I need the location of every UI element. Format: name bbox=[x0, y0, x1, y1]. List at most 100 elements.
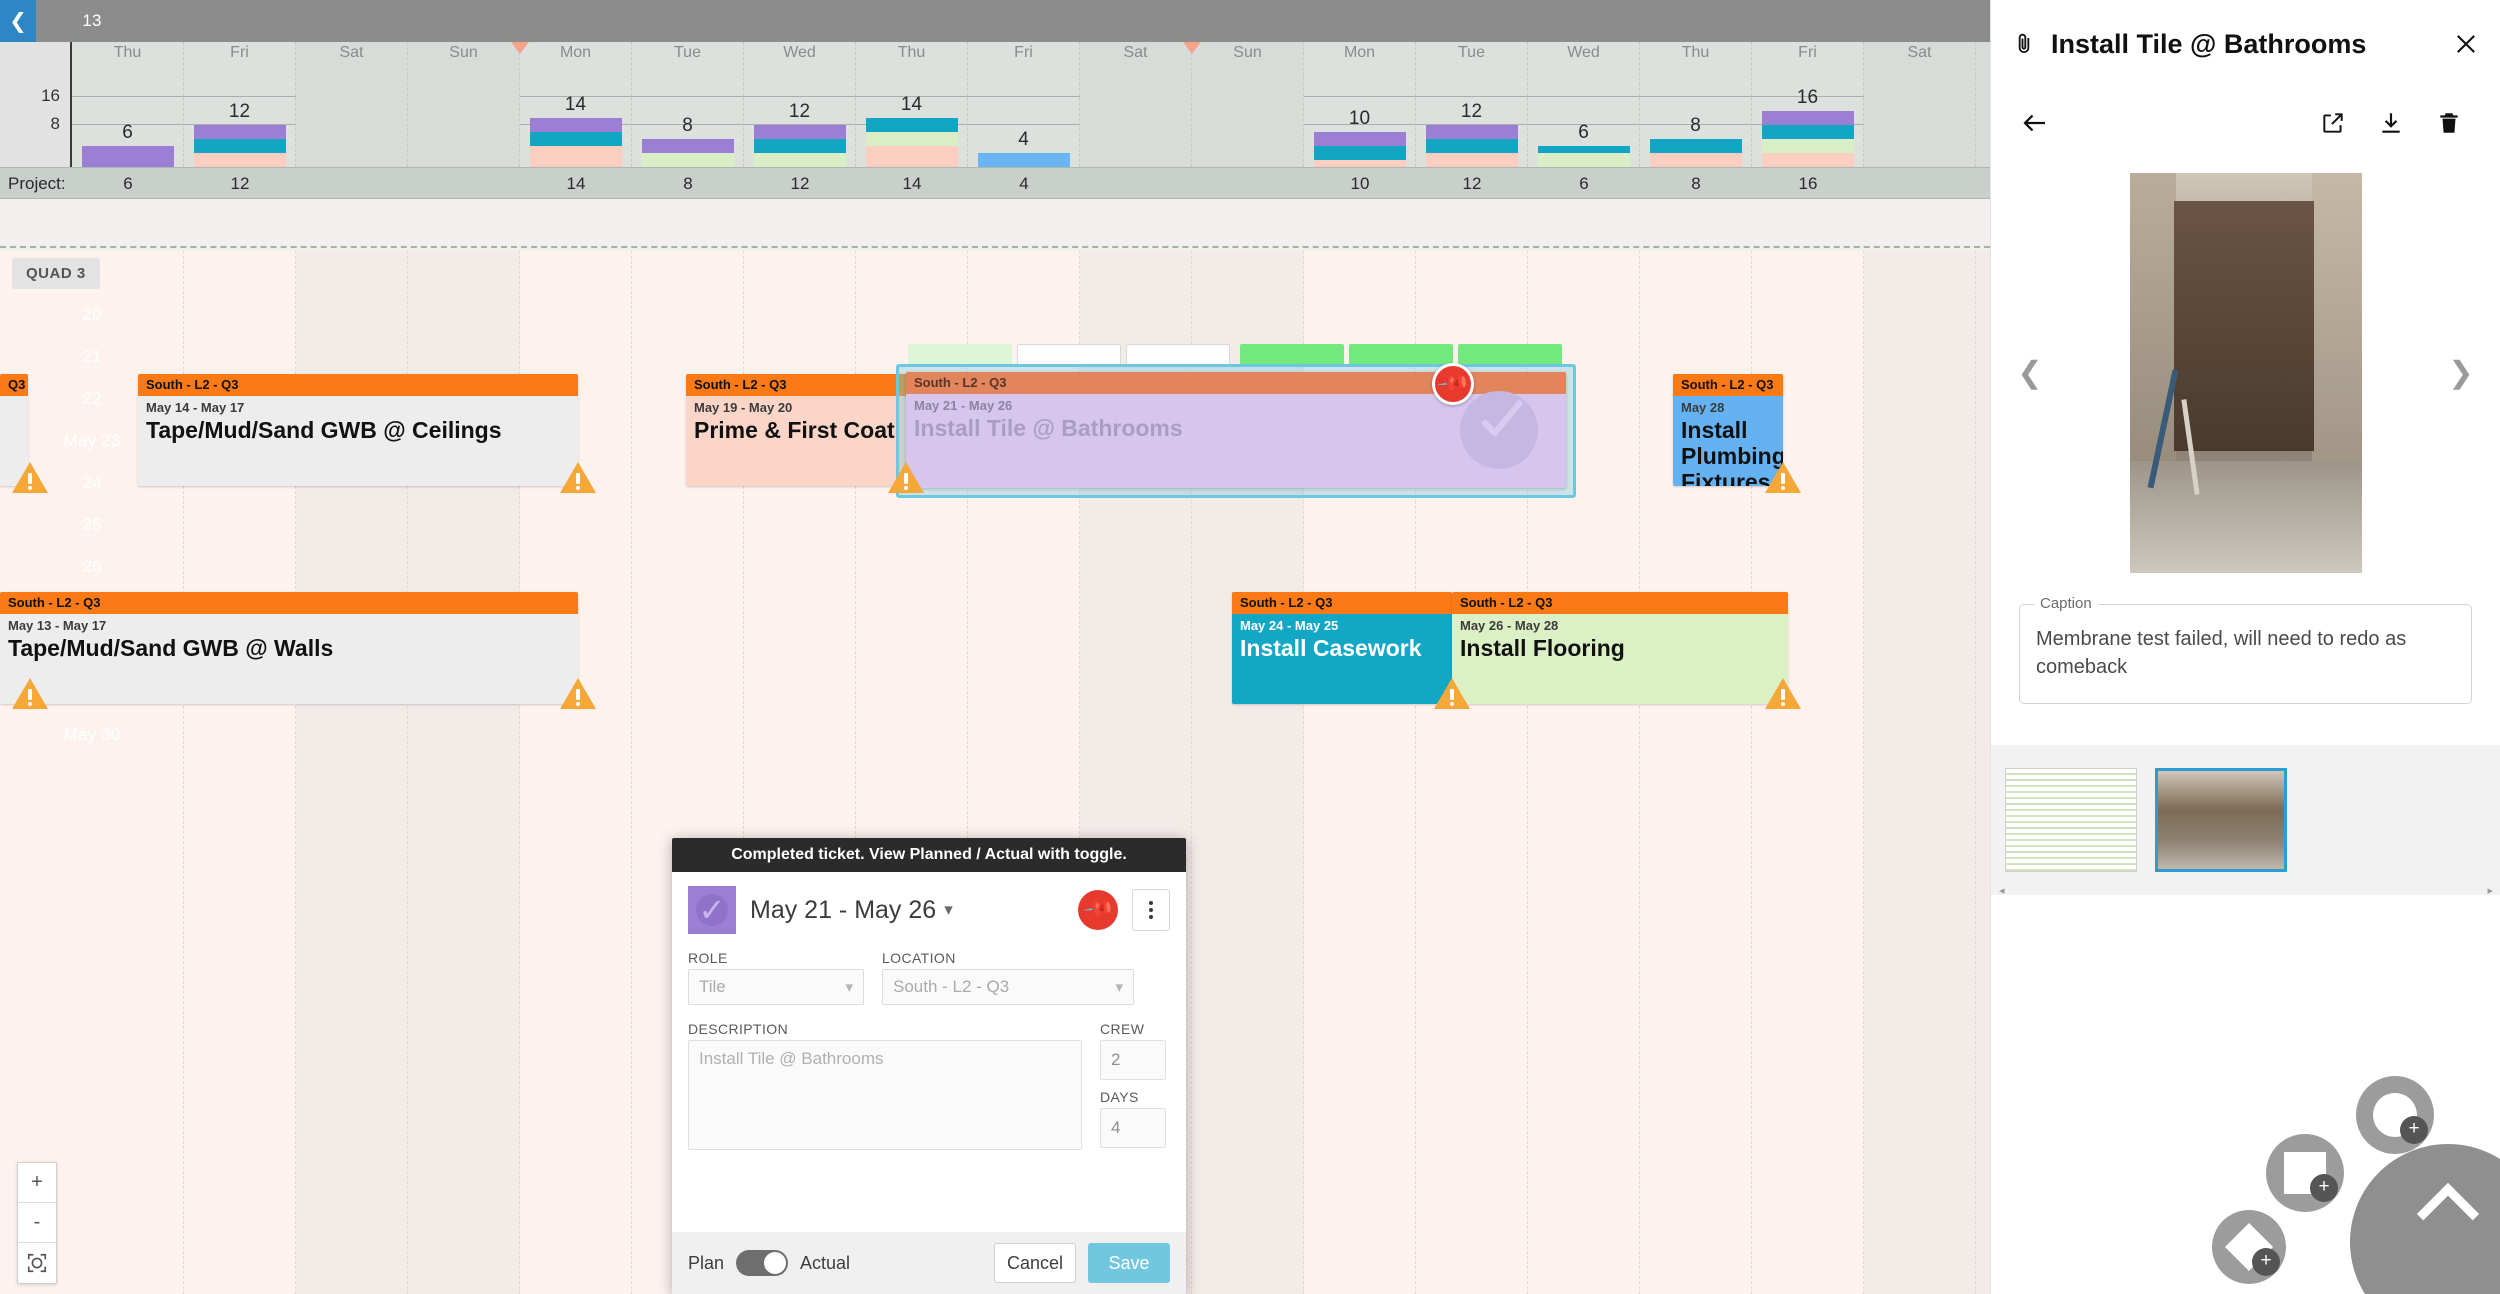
check-circle-icon bbox=[688, 886, 736, 934]
paperclip-icon bbox=[2011, 31, 2037, 57]
add-circle-shape-button[interactable]: + bbox=[2356, 1076, 2434, 1154]
attachment-photo[interactable] bbox=[2129, 173, 2362, 573]
modal-body: ROLE Tile ▾ LOCATION South - L2 - Q3 ▾ D… bbox=[672, 938, 1186, 1150]
task-card[interactable]: South - L2 - Q3 May 24 - May 25 Install … bbox=[1232, 592, 1452, 704]
gantt-grid-column bbox=[1976, 251, 1990, 1294]
cancel-button[interactable]: Cancel bbox=[994, 1243, 1076, 1283]
task-card[interactable]: South - L2 - Q3 May 13 - May 17 Tape/Mud… bbox=[0, 592, 578, 704]
warning-icon[interactable] bbox=[560, 678, 596, 709]
histogram-segment bbox=[1538, 146, 1630, 153]
toggle-knob bbox=[764, 1252, 787, 1274]
axis-tick-8: 8 bbox=[50, 114, 60, 133]
histogram-total-label: 6 bbox=[1578, 122, 1589, 143]
ruler-day[interactable]: 13 bbox=[36, 0, 148, 42]
zoom-out-button[interactable]: - bbox=[18, 1203, 56, 1243]
warning-icon[interactable] bbox=[12, 462, 48, 493]
histogram-segment bbox=[1762, 139, 1854, 153]
progress-chip[interactable] bbox=[1240, 344, 1344, 366]
scroll-right-icon[interactable]: ▸ bbox=[2487, 884, 2493, 897]
plan-actual-toggle[interactable] bbox=[736, 1250, 789, 1276]
thumbnail-photo[interactable] bbox=[2155, 768, 2287, 872]
arrow-left-icon[interactable] bbox=[2013, 98, 2057, 148]
histogram-total-label: 14 bbox=[564, 94, 587, 115]
progress-chip[interactable] bbox=[1126, 344, 1230, 366]
role-value: Tile bbox=[699, 977, 726, 996]
plan-label: Plan bbox=[688, 1252, 725, 1273]
histogram-axis: 16 8 bbox=[0, 42, 72, 167]
histogram-segment bbox=[1762, 153, 1854, 167]
close-icon[interactable] bbox=[2452, 30, 2480, 58]
histogram-column: Sat bbox=[296, 42, 408, 167]
floating-action-buttons[interactable]: + + + bbox=[2140, 1054, 2500, 1294]
warning-icon[interactable] bbox=[1434, 678, 1470, 709]
task-card[interactable]: South - L2 - Q3 May 19 - May 20 Prime & … bbox=[686, 374, 912, 486]
save-button[interactable]: Save bbox=[1088, 1243, 1170, 1283]
pin-icon[interactable]: 📌 bbox=[1432, 363, 1474, 405]
description-label: DESCRIPTION bbox=[688, 1021, 789, 1037]
zoom-in-button[interactable]: + bbox=[18, 1163, 56, 1203]
chevron-down-icon: ▾ bbox=[845, 979, 853, 996]
task-dates: May 28 bbox=[1681, 400, 1725, 415]
task-dates: May 24 - May 25 bbox=[1240, 618, 1339, 633]
histogram-segment bbox=[530, 118, 622, 132]
histogram-column: Sat bbox=[1080, 42, 1192, 167]
weekday-label: Tue bbox=[674, 44, 701, 61]
histogram-segment bbox=[1314, 146, 1406, 160]
add-square-shape-button[interactable]: + bbox=[2266, 1134, 2344, 1212]
progress-chip[interactable] bbox=[1349, 344, 1453, 366]
histogram-segment bbox=[754, 139, 846, 153]
zoom-controls[interactable]: + - bbox=[17, 1162, 57, 1284]
date-range-selector[interactable]: May 21 - May 26 ▾ bbox=[750, 896, 1064, 925]
open-external-icon[interactable] bbox=[2304, 98, 2362, 148]
crew-label: CREW bbox=[1100, 1021, 1145, 1037]
thumbnail-strip[interactable] bbox=[1991, 745, 2500, 895]
location-select[interactable]: South - L2 - Q3 ▾ bbox=[882, 969, 1134, 1005]
modal-footer: Plan Actual Cancel Save bbox=[672, 1232, 1186, 1294]
thumbnail-scrollbar[interactable]: ◂ ▸ bbox=[1999, 884, 2493, 897]
caption-field[interactable]: Caption Membrane test failed, will need … bbox=[2019, 595, 2472, 704]
trash-icon[interactable] bbox=[2420, 98, 2478, 148]
weekday-label: Sat bbox=[339, 44, 364, 61]
date-range-label: May 21 - May 26 bbox=[750, 895, 937, 924]
chevron-right-icon[interactable]: ❯ bbox=[2444, 356, 2478, 391]
warning-icon[interactable] bbox=[1765, 462, 1801, 493]
description-input[interactable]: Install Tile @ Bathrooms bbox=[688, 1040, 1082, 1150]
warning-icon[interactable] bbox=[888, 462, 924, 493]
pin-glyph: 📌 bbox=[1082, 892, 1116, 926]
project-day-total bbox=[1976, 168, 1990, 200]
weekday-label: Sat bbox=[1907, 44, 1932, 61]
add-diamond-shape-button[interactable]: + bbox=[2212, 1210, 2286, 1284]
chevron-down-icon: ▾ bbox=[944, 900, 953, 919]
histogram-bar bbox=[642, 139, 734, 167]
ticket-edit-modal[interactable]: Completed ticket. View Planned / Actual … bbox=[672, 838, 1186, 1294]
project-day-total: 6 bbox=[123, 174, 133, 193]
warning-icon[interactable] bbox=[560, 462, 596, 493]
role-label: ROLE bbox=[688, 950, 728, 966]
scroll-left-icon[interactable]: ◂ bbox=[1999, 884, 2005, 897]
warning-icon[interactable] bbox=[1765, 678, 1801, 709]
weekday-label: Wed bbox=[783, 44, 816, 61]
histogram-bar bbox=[1426, 125, 1518, 167]
days-label: DAYS bbox=[1100, 1089, 1139, 1105]
histogram-segment bbox=[1762, 125, 1854, 139]
progress-chip[interactable] bbox=[1458, 344, 1562, 366]
more-vertical-icon[interactable] bbox=[1132, 889, 1170, 931]
task-card[interactable]: South - L2 - Q3 May 14 - May 17 Tape/Mud… bbox=[138, 374, 578, 486]
days-input[interactable]: 4 bbox=[1100, 1108, 1166, 1148]
fit-to-screen-icon[interactable] bbox=[18, 1243, 56, 1283]
progress-chip[interactable] bbox=[1017, 344, 1121, 366]
pin-icon[interactable]: 📌 bbox=[1078, 890, 1118, 930]
chevron-left-icon[interactable]: ❮ bbox=[2013, 356, 2047, 391]
histogram-column: Tue 12 bbox=[1416, 42, 1528, 167]
progress-chip[interactable] bbox=[908, 344, 1012, 366]
axis-tick-16: 16 bbox=[41, 86, 60, 105]
role-select[interactable]: Tile ▾ bbox=[688, 969, 864, 1005]
date-marker bbox=[1183, 42, 1201, 54]
crew-input[interactable]: 2 bbox=[1100, 1040, 1166, 1080]
chevron-left-icon[interactable]: ❮ bbox=[0, 0, 36, 42]
task-card[interactable]: South - L2 - Q3 May 26 - May 28 Install … bbox=[1452, 592, 1788, 704]
expand-up-button[interactable] bbox=[2350, 1144, 2500, 1294]
warning-icon[interactable] bbox=[12, 678, 48, 709]
download-icon[interactable] bbox=[2362, 98, 2420, 148]
thumbnail-document[interactable] bbox=[2005, 768, 2137, 872]
